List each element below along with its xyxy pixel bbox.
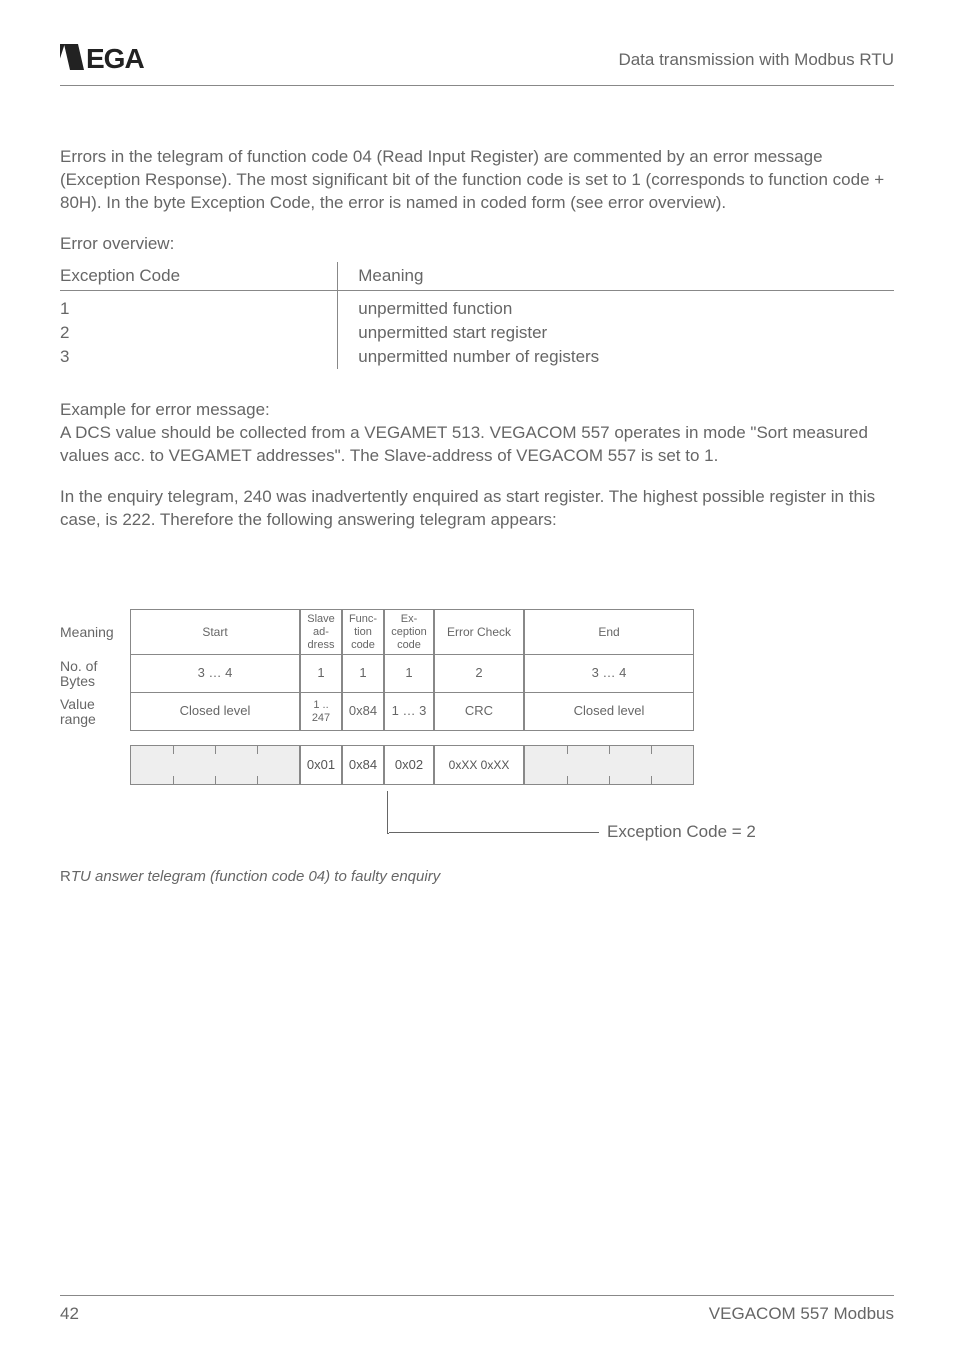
error-code-2: 2 — [60, 321, 338, 345]
error-meaning-2: unpermitted start register — [338, 321, 894, 345]
error-table-header-code: Exception Code — [60, 262, 338, 291]
vega-logo: EGA — [60, 40, 170, 79]
meaning-end: End — [524, 609, 694, 655]
figure-caption-first: R — [60, 868, 71, 885]
meaning-slave: Slave ad-dress — [300, 609, 342, 655]
row-label-value: Value range — [60, 693, 130, 731]
example-label: Example for error message: — [60, 399, 894, 422]
meaning-func: Func-tion code — [342, 609, 384, 655]
intro-paragraph: Errors in the telegram of function code … — [60, 146, 894, 215]
meaning-ex: Ex-ception code — [384, 609, 434, 655]
example-body-1: A DCS value should be collected from a V… — [60, 422, 894, 468]
bytes-func: 1 — [342, 655, 384, 693]
page-header-title: Data transmission with Modbus RTU — [618, 50, 894, 70]
row-label-bytes: No. of Bytes — [60, 655, 130, 693]
error-meaning-1: unpermitted function — [338, 290, 894, 321]
value-func: 0x84 — [342, 693, 384, 731]
bytes-slave: 1 — [300, 655, 342, 693]
error-code-1: 1 — [60, 290, 338, 321]
sample-end-closed — [524, 745, 694, 785]
bytes-end: 3 … 4 — [524, 655, 694, 693]
svg-text:EGA: EGA — [86, 43, 144, 74]
sample-func: 0x84 — [342, 745, 384, 785]
sample-start-closed — [130, 745, 300, 785]
value-start: Closed level — [130, 693, 300, 731]
error-code-3: 3 — [60, 345, 338, 369]
example-body-2: In the enquiry telegram, 240 was inadver… — [60, 486, 894, 532]
error-table-header-meaning: Meaning — [338, 262, 894, 291]
value-ex: 1 … 3 — [384, 693, 434, 731]
sample-ex: 0x02 — [384, 745, 434, 785]
sample-slave: 0x01 — [300, 745, 342, 785]
page-number: 42 — [60, 1304, 79, 1324]
bytes-err: 2 — [434, 655, 524, 693]
row-label-meaning: Meaning — [60, 609, 130, 655]
value-end: Closed level — [524, 693, 694, 731]
bytes-start: 3 … 4 — [130, 655, 300, 693]
exception-caption: Exception Code = 2 — [607, 822, 756, 842]
meaning-err: Error Check — [434, 609, 524, 655]
error-overview-table: Exception Code Meaning 1 unpermitted fun… — [60, 262, 894, 369]
error-meaning-3: unpermitted number of registers — [338, 345, 894, 369]
meaning-start: Start — [130, 609, 300, 655]
error-overview-label: Error overview: — [60, 233, 894, 256]
footer-doc-title: VEGACOM 557 Modbus — [709, 1304, 894, 1324]
sample-err: 0xXX 0xXX — [434, 745, 524, 785]
telegram-diagram: Meaning Start Slave ad-dress Func-tion c… — [60, 609, 894, 842]
figure-caption: RTU answer telegram (function code 04) t… — [60, 868, 894, 885]
bytes-ex: 1 — [384, 655, 434, 693]
value-err: CRC — [434, 693, 524, 731]
figure-caption-rest: TU answer telegram (function code 04) to… — [71, 868, 440, 885]
value-slave: 1 .. 247 — [300, 693, 342, 731]
